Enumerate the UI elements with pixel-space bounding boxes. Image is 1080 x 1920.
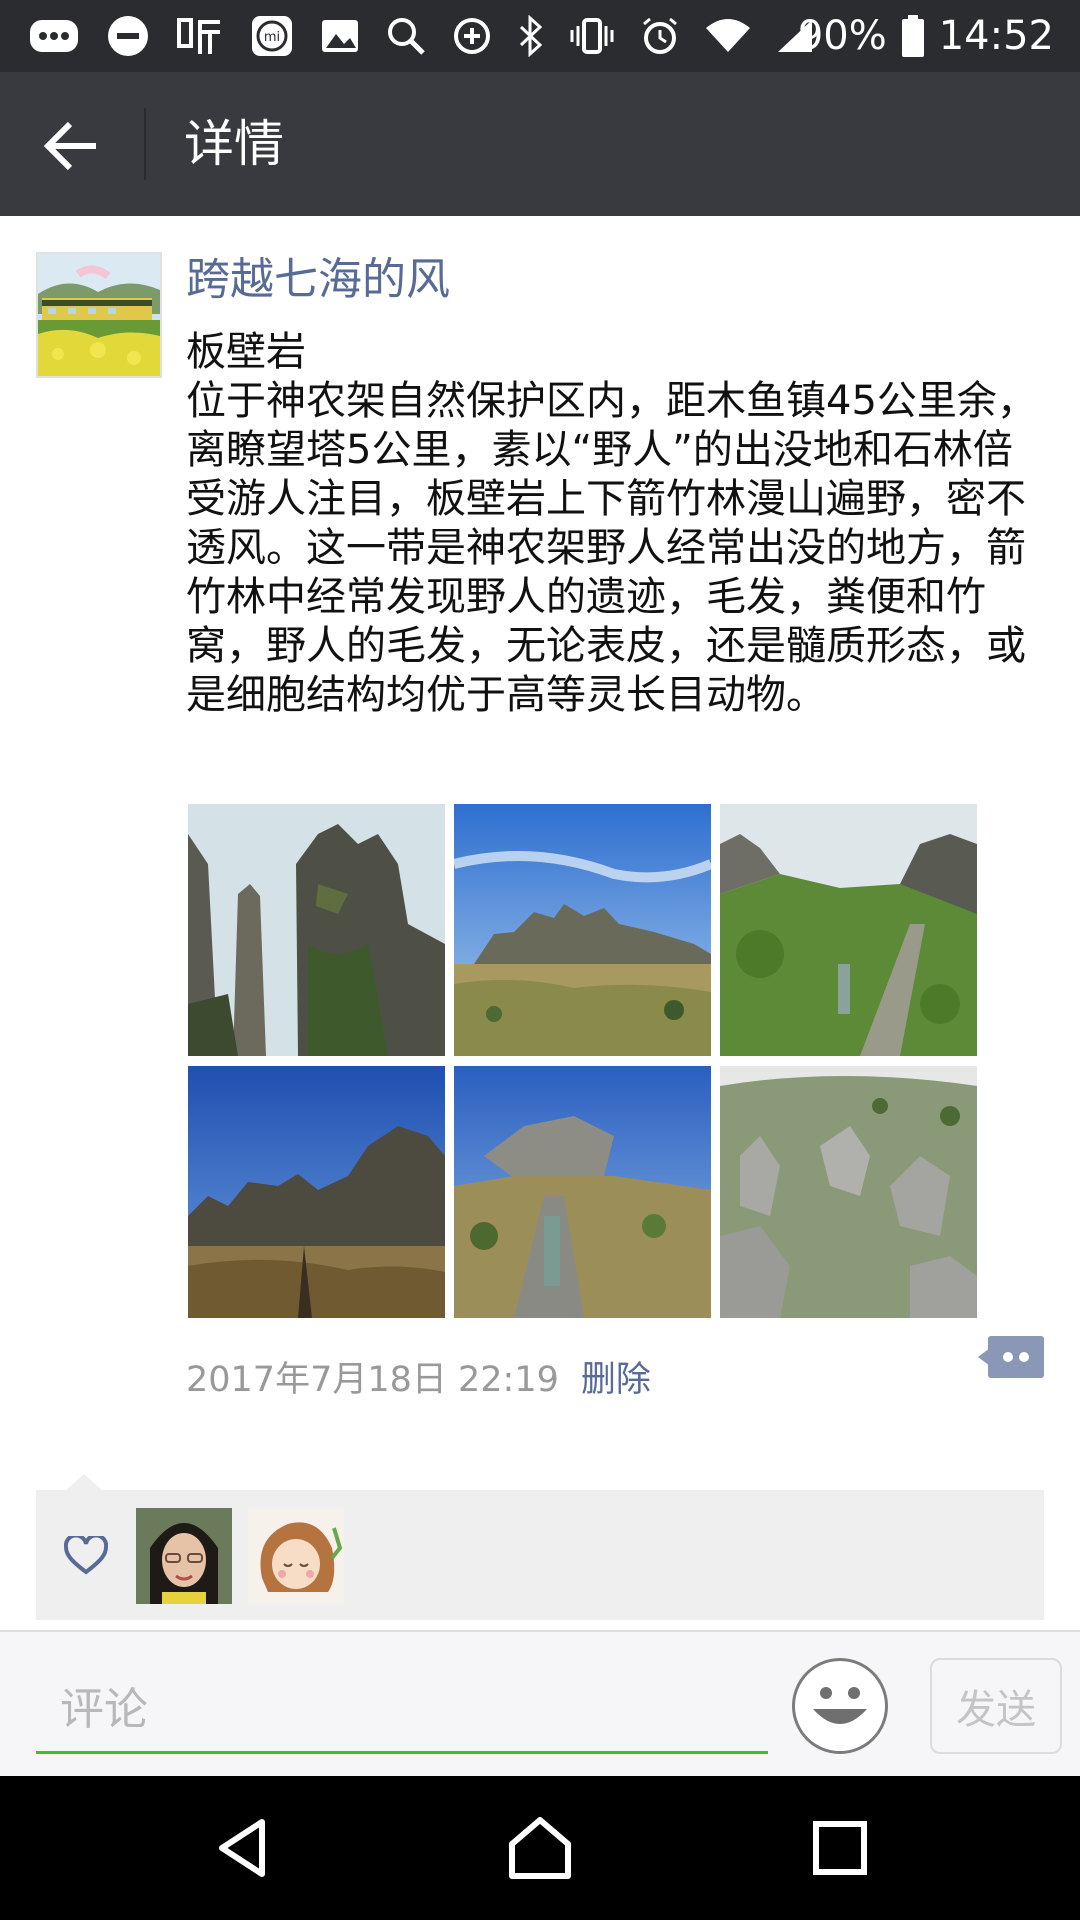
heart-icon [63, 1533, 109, 1576]
header-bar: 详情 [0, 72, 1080, 216]
photo-2[interactable] [454, 804, 711, 1056]
photo-3[interactable] [720, 804, 977, 1056]
back-triangle-icon[interactable] [208, 1814, 276, 1882]
recents-icon[interactable] [806, 1814, 874, 1882]
photo-5[interactable] [454, 1066, 711, 1318]
system-nav-bar [0, 1776, 1080, 1920]
page-title: 详情 [184, 115, 284, 173]
post-meta: 2017年7月18日 22:19 删除 [186, 1356, 651, 1404]
photo-6[interactable] [720, 1066, 977, 1318]
liker-avatar[interactable] [248, 1508, 344, 1604]
liker-avatar[interactable] [136, 1508, 232, 1604]
more-actions-button[interactable] [978, 1334, 1044, 1380]
battery-icon [901, 15, 925, 57]
search-icon [386, 16, 426, 56]
wifi-icon [706, 18, 750, 54]
comment-bar: 发送 [0, 1630, 1080, 1776]
alarm-icon [640, 16, 680, 56]
header-divider [144, 108, 146, 180]
data-saver-icon [452, 16, 492, 56]
likes-panel [36, 1490, 1044, 1620]
emoji-button[interactable] [792, 1658, 888, 1754]
send-button[interactable]: 发送 [930, 1658, 1062, 1754]
photo-grid [188, 804, 978, 1318]
chat-bubble-icon [28, 16, 80, 56]
mi-app-icon: mi [250, 14, 294, 58]
back-arrow-icon[interactable] [40, 114, 104, 178]
comment-input[interactable] [36, 1668, 768, 1754]
photo-1[interactable] [188, 804, 445, 1056]
do-not-disturb-icon [106, 14, 150, 58]
post-timestamp: 2017年7月18日 22:19 [186, 1360, 559, 1400]
clock: 14:52 [938, 13, 1054, 59]
author-avatar[interactable] [36, 252, 162, 378]
image-icon [320, 18, 360, 54]
home-icon[interactable] [506, 1814, 574, 1882]
status-bar: mi 90% 14:52 [0, 0, 1080, 72]
photo-4[interactable] [188, 1066, 445, 1318]
vibrate-icon [570, 16, 614, 56]
bluetooth-icon [518, 15, 544, 57]
delete-link[interactable]: 删除 [581, 1356, 651, 1404]
battery-percent: 90% [797, 13, 887, 59]
author-name[interactable]: 跨越七海的风 [186, 252, 450, 308]
svg-text:mi: mi [264, 30, 280, 45]
ting-app-icon [176, 14, 224, 58]
post-text: 板壁岩 位于神农架自然保护区内，距木鱼镇45公里余，离瞭望塔5公里，素以“野人”… [186, 329, 1037, 718]
